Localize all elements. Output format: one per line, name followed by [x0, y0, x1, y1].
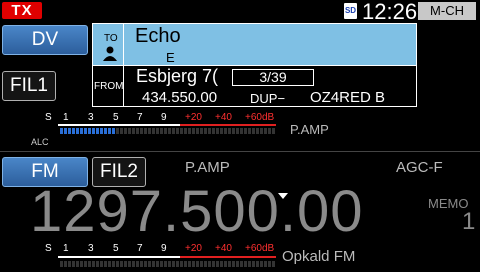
main-frequency[interactable]: 1297.500.00 [30, 178, 364, 245]
fil1-button[interactable]: FIL1 [2, 71, 56, 101]
meter2-tick-3: 3 [88, 243, 94, 254]
meter1-s-label: S [45, 112, 52, 123]
counter-box: 3/39 [232, 69, 314, 86]
to-sub: E [166, 50, 175, 65]
meter2-scale-line-red [180, 256, 276, 258]
dv-button[interactable]: DV [2, 25, 88, 55]
meter1-tick-60: +60dB [245, 112, 275, 123]
meter1-tick-9: 9 [161, 112, 167, 123]
from-label: FROM [94, 81, 124, 92]
pamp-label-meter1: P.AMP [290, 122, 329, 137]
alc-label: ALC [31, 137, 49, 147]
meter1-tick-3: 3 [88, 112, 94, 123]
dup-indicator: DUP− [250, 91, 286, 106]
meter1-scale-line-red [180, 124, 276, 126]
pamp-label: P.AMP [185, 159, 230, 176]
meter2-tick-9: 9 [161, 243, 167, 254]
from-value: Esbjerg 7( [136, 66, 219, 86]
meter2-scale-line [58, 256, 180, 258]
clock: 12:26 [362, 0, 418, 24]
meter2-tick-60: +60dB [245, 243, 275, 254]
mode-badge[interactable]: M-CH [418, 2, 476, 20]
memo-number[interactable]: 1 [462, 208, 475, 236]
meter2-tick-7: 7 [137, 243, 143, 254]
meter2-s-label: S [45, 243, 52, 254]
meter1-tick-40: +40 [215, 112, 232, 123]
meter1-bar [60, 128, 116, 134]
meter1-tick-1: 1 [63, 112, 69, 123]
person-icon [102, 45, 118, 61]
meter1-scale-line [58, 124, 180, 126]
agc-label: AGC-F [396, 159, 443, 176]
meter1-tick-20: +20 [185, 112, 202, 123]
divider [0, 151, 480, 152]
to-value: Echo [135, 25, 181, 47]
meter2-bar-track [60, 261, 276, 267]
meter2-tick-40: +40 [215, 243, 232, 254]
meter1-tick-7: 7 [137, 112, 143, 123]
meter1-tick-5: 5 [113, 112, 119, 123]
meter2-tick-20: +20 [185, 243, 202, 254]
panel-frequency: 434.550.00 [142, 89, 218, 106]
memory-name: Opkald FM [282, 248, 356, 265]
meter2-tick-1: 1 [63, 243, 69, 254]
meter2-tick-5: 5 [113, 243, 119, 254]
tx-indicator: TX [2, 2, 42, 19]
callsign: OZ4RED B [310, 89, 386, 106]
sd-card-icon: SD [344, 3, 357, 19]
meter1-bar-track [116, 128, 276, 134]
to-label: TO [104, 33, 118, 44]
